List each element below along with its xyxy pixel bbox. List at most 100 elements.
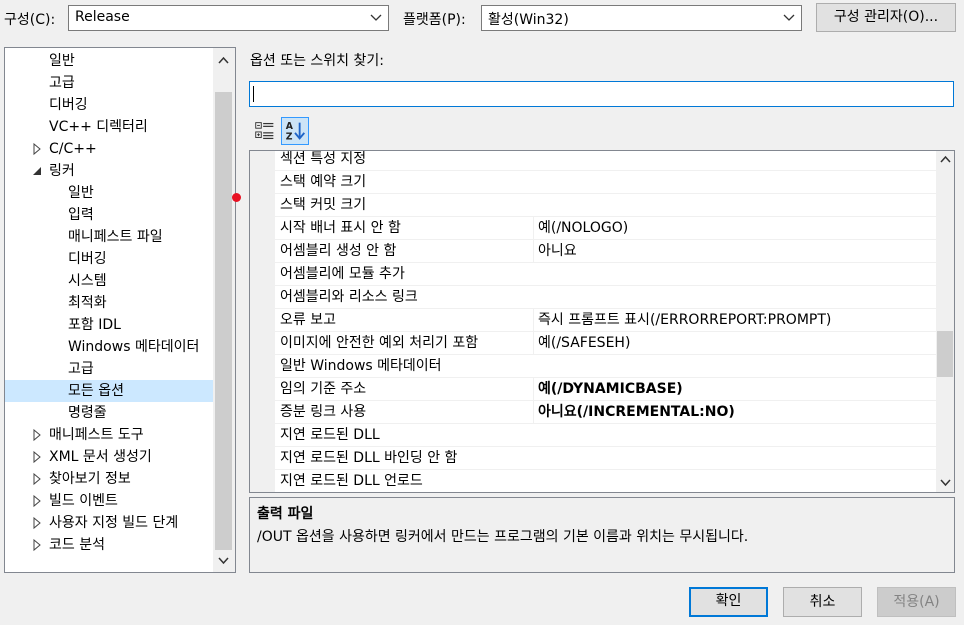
- tree-item[interactable]: 일반: [5, 50, 213, 72]
- config-dropdown[interactable]: Release: [68, 5, 389, 31]
- expand-arrow-icon[interactable]: [31, 424, 43, 446]
- tree-item[interactable]: 포함 IDL: [5, 314, 213, 336]
- platform-value: 활성(Win32): [488, 12, 569, 28]
- tree-scrollbar[interactable]: [213, 48, 235, 572]
- property-name: 증분 링크 사용: [280, 404, 367, 420]
- property-value[interactable]: 즉시 프롬프트 표시(/ERRORREPORT:PROMPT): [533, 309, 936, 331]
- tree-item-label: 명령줄: [68, 405, 107, 421]
- expand-arrow-icon[interactable]: [31, 490, 43, 512]
- tree-item[interactable]: Windows 메타데이터: [5, 336, 213, 358]
- property-name: 지연 로드된 DLL 언로드: [280, 473, 423, 489]
- expand-arrow-icon[interactable]: [31, 468, 43, 490]
- tree-item-label: 사용자 지정 빌드 단계: [49, 515, 179, 531]
- expand-arrow-icon[interactable]: [31, 446, 43, 468]
- tree-item-all-options[interactable]: 모든 옵션: [5, 380, 213, 402]
- tree-item[interactable]: XML 문서 생성기: [5, 446, 213, 468]
- tree-item-label: C/C++: [49, 141, 97, 157]
- expand-arrow-icon[interactable]: [31, 534, 43, 556]
- search-label: 옵션 또는 스위치 찾기:: [250, 53, 384, 69]
- grid-scrollbar[interactable]: [936, 151, 954, 492]
- tree-item[interactable]: 일반: [5, 182, 213, 204]
- tree-item[interactable]: 사용자 지정 빌드 단계: [5, 512, 213, 534]
- property-row[interactable]: 스택 커밋 크기: [275, 194, 936, 217]
- tree-item-label: 모든 옵션: [68, 383, 124, 399]
- scroll-down-icon[interactable]: [937, 474, 954, 491]
- property-row[interactable]: 어셈블리와 리소스 링크: [275, 286, 936, 309]
- description-title: 출력 파일: [257, 506, 314, 522]
- tree-item[interactable]: 입력: [5, 204, 213, 226]
- platform-label: 플랫폼(P):: [403, 12, 466, 28]
- cancel-button[interactable]: 취소: [783, 587, 862, 617]
- tree-item[interactable]: 시스템: [5, 270, 213, 292]
- property-name: 어셈블리와 리소스 링크: [280, 289, 418, 305]
- tree-item-label: 시스템: [68, 273, 107, 289]
- text-caret: [253, 86, 254, 102]
- apply-button[interactable]: 적용(A): [877, 587, 956, 617]
- tree-item[interactable]: 디버깅: [5, 94, 213, 116]
- categorized-icon: [255, 122, 274, 140]
- property-row[interactable]: 섹션 특성 지정: [275, 151, 936, 171]
- scroll-up-icon[interactable]: [937, 151, 954, 168]
- expand-arrow-icon[interactable]: [31, 138, 43, 160]
- alphabetical-view-button[interactable]: A Z: [281, 117, 309, 145]
- property-row[interactable]: 시작 배너 표시 안 함 예(/NOLOGO): [275, 217, 936, 240]
- chevron-down-icon: [370, 14, 382, 21]
- property-name: 지연 로드된 DLL: [280, 427, 380, 443]
- property-row[interactable]: 오류 보고 즉시 프롬프트 표시(/ERRORREPORT:PROMPT): [275, 309, 936, 332]
- svg-text:Z: Z: [286, 131, 293, 142]
- tree-item[interactable]: 코드 분석: [5, 534, 213, 556]
- property-value[interactable]: 아니요: [533, 240, 936, 262]
- tree-item-label: 링커: [49, 163, 75, 179]
- tree-item-label: 디버깅: [49, 97, 88, 113]
- sort-az-icon: A Z: [286, 121, 305, 142]
- config-value: Release: [75, 9, 130, 25]
- tree-item[interactable]: 찾아보기 정보: [5, 468, 213, 490]
- platform-dropdown[interactable]: 활성(Win32): [481, 5, 802, 31]
- property-row[interactable]: 이미지에 안전한 예외 처리기 포함 예(/SAFESEH): [275, 332, 936, 355]
- tree-item[interactable]: 고급: [5, 72, 213, 94]
- tree-item[interactable]: 디버깅: [5, 248, 213, 270]
- scroll-down-icon[interactable]: [215, 552, 232, 569]
- property-row[interactable]: 스택 예약 크기: [275, 171, 936, 194]
- property-row[interactable]: 증분 링크 사용 아니요(/INCREMENTAL:NO): [275, 401, 936, 424]
- config-manager-button[interactable]: 구성 관리자(O)...: [816, 3, 956, 32]
- tree-item[interactable]: 매니페스트 도구: [5, 424, 213, 446]
- property-value[interactable]: 예(/DYNAMICBASE): [533, 378, 936, 400]
- tree-item-label: 최적화: [68, 295, 107, 311]
- tree-item[interactable]: VC++ 디렉터리: [5, 116, 213, 138]
- tree-item[interactable]: 명령줄: [5, 402, 213, 424]
- categorized-view-button[interactable]: [251, 117, 279, 145]
- category-tree[interactable]: 일반 고급 디버깅 VC++ 디렉터리 C/C++ 링커 일반 입력 매니페스트…: [4, 47, 236, 573]
- tree-item-label: 고급: [49, 75, 75, 91]
- tree-item-label: 입력: [68, 207, 94, 223]
- grid-scroll-thumb[interactable]: [937, 331, 953, 377]
- property-row[interactable]: 지연 로드된 DLL 바인딩 안 함: [275, 447, 936, 470]
- expand-arrow-icon[interactable]: [31, 512, 43, 534]
- property-row[interactable]: 지연 로드된 DLL: [275, 424, 936, 447]
- tree-item[interactable]: 최적화: [5, 292, 213, 314]
- description-pane: 출력 파일 /OUT 옵션을 사용하면 링커에서 만드는 프로그램의 기본 이름…: [249, 497, 955, 573]
- tree-item-cpp[interactable]: C/C++: [5, 138, 213, 160]
- property-row[interactable]: 지연 로드된 DLL 언로드: [275, 470, 936, 492]
- scroll-up-icon[interactable]: [215, 52, 232, 69]
- ok-button[interactable]: 확인: [689, 587, 768, 617]
- property-value[interactable]: 예(/SAFESEH): [533, 332, 936, 354]
- tree-item-label: 찾아보기 정보: [49, 471, 131, 487]
- tree-item[interactable]: 매니페스트 파일: [5, 226, 213, 248]
- property-row[interactable]: 어셈블리에 모듈 추가: [275, 263, 936, 286]
- property-value[interactable]: 아니요(/INCREMENTAL:NO): [533, 401, 936, 423]
- tree-item[interactable]: 고급: [5, 358, 213, 380]
- tree-item-label: 포함 IDL: [68, 317, 121, 333]
- tree-scroll-thumb[interactable]: [215, 92, 232, 550]
- property-name: 시작 배너 표시 안 함: [280, 220, 401, 236]
- tree-item-linker[interactable]: 링커: [5, 160, 213, 182]
- property-row[interactable]: 일반 Windows 메타데이터: [275, 355, 936, 378]
- property-name: 스택 예약 크기: [280, 174, 367, 190]
- search-input[interactable]: [249, 81, 954, 107]
- property-value[interactable]: 예(/NOLOGO): [533, 217, 936, 239]
- property-grid[interactable]: 섹션 특성 지정 스택 예약 크기 스택 커밋 크기 시작 배너 표시 안 함예…: [249, 150, 955, 493]
- property-row[interactable]: 임의 기준 주소 예(/DYNAMICBASE): [275, 378, 936, 401]
- collapse-arrow-icon[interactable]: [31, 160, 43, 182]
- property-row[interactable]: 어셈블리 생성 안 함 아니요: [275, 240, 936, 263]
- tree-item[interactable]: 빌드 이벤트: [5, 490, 213, 512]
